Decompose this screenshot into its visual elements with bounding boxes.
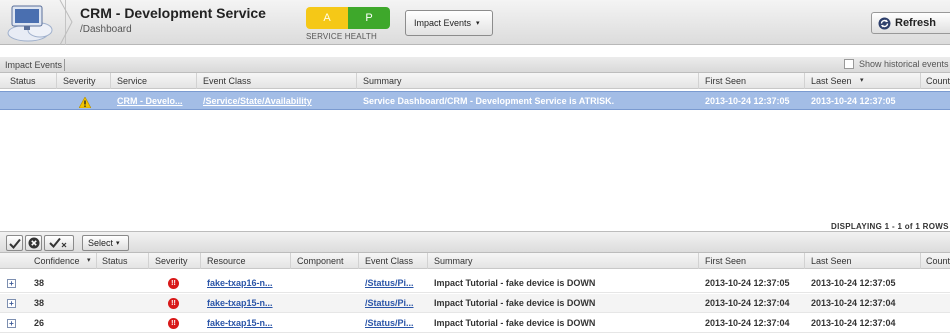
last-seen-cell: 2013-10-24 12:37:04 [811,318,896,328]
service-link[interactable]: CRM - Develo... [117,96,183,106]
chevron-down-icon: ▾ [116,240,120,247]
close-event-button[interactable] [25,235,42,251]
table-row[interactable]: + 26 !! fake-txap15-n... /Status/Pi... I… [0,314,950,333]
sort-desc-icon: ▾ [860,77,864,84]
availability-badge: A [306,7,348,29]
event-class-link[interactable]: /Status/Pi... [365,278,414,288]
col-status[interactable]: Status [10,76,36,86]
event-class-link[interactable]: /Service/State/Availability [203,96,312,106]
historical-events-checkbox[interactable] [844,59,854,69]
events-table-header: Status Severity Service Event Class Summ… [0,73,950,89]
col-severity[interactable]: Severity [155,256,188,266]
table-row[interactable]: + 38 !! fake-txap15-n... /Status/Pi... I… [0,294,950,313]
col-count[interactable]: Count [926,256,950,266]
warning-icon [79,97,91,108]
check-x-icon [49,237,67,248]
summary-cell: Impact Tutorial - fake device is DOWN [434,278,596,288]
last-seen-cell: 2013-10-24 12:37:05 [811,278,896,288]
detail-toolbar: Select ▾ [0,231,950,253]
paging-status: DISPLAYING 1 - 1 of 1 ROWS [831,222,949,231]
page-subtitle: /Dashboard [80,24,132,35]
reopen-button[interactable] [44,235,74,251]
col-count[interactable]: Count [926,76,950,86]
refresh-icon [878,17,891,29]
expand-icon[interactable]: + [7,319,16,328]
col-first-seen[interactable]: First Seen [705,256,746,266]
acknowledge-button[interactable] [6,235,23,251]
refresh-button[interactable]: Refresh [871,12,950,34]
last-seen-cell: 2013-10-24 12:37:04 [811,298,896,308]
event-class-link[interactable]: /Status/Pi... [365,298,414,308]
performance-badge: P [348,7,390,29]
impact-events-label: Impact Events [414,18,472,28]
last-seen-cell: 2013-10-24 12:37:05 [811,96,896,106]
expand-icon[interactable]: + [7,279,16,288]
col-status[interactable]: Status [102,256,128,266]
resource-link[interactable]: fake-txap16-n... [207,278,273,288]
summary-cell: Impact Tutorial - fake device is DOWN [434,318,596,328]
col-event-class[interactable]: Event Class [203,76,251,86]
page-title: CRM - Development Service [80,5,266,21]
close-circle-icon [28,237,39,249]
impact-events-bar: Impact Events Show historical events [0,57,950,73]
table-row[interactable]: + 38 !! fake-txap16-n... /Status/Pi... I… [0,274,950,293]
divider [64,59,65,71]
chevron-down-icon: ▾ [476,20,480,27]
first-seen-cell: 2013-10-24 12:37:04 [705,318,790,328]
service-logo [0,0,66,45]
table-row[interactable]: CRM - Develo... /Service/State/Availabil… [0,91,950,110]
select-dropdown[interactable]: Select ▾ [82,235,129,251]
confidence-cell: 38 [34,278,45,288]
col-last-seen[interactable]: Last Seen [811,76,852,86]
col-component[interactable]: Component [297,256,344,266]
expand-icon[interactable]: + [7,299,16,308]
service-health-label: SERVICE HEALTH [306,32,377,41]
summary-cell: Service Dashboard/CRM - Development Serv… [363,96,615,106]
confidence-cell: 38 [34,298,45,308]
col-service[interactable]: Service [117,76,147,86]
historical-events-label: Show historical events [859,59,949,69]
refresh-label: Refresh [895,17,936,29]
col-last-seen[interactable]: Last Seen [811,256,852,266]
critical-severity-icon: !! [168,278,179,289]
resource-link[interactable]: fake-txap15-n... [207,298,273,308]
check-icon [8,238,21,249]
col-event-class[interactable]: Event Class [365,256,413,266]
first-seen-cell: 2013-10-24 12:37:05 [705,96,790,106]
col-summary[interactable]: Summary [363,76,402,86]
critical-severity-icon: !! [168,318,179,329]
detail-table-header: Confidence ▾ Status Severity Resource Co… [0,253,950,269]
service-health-indicator[interactable]: A P [306,7,390,29]
breadcrumb-arrow-icon [59,0,73,45]
summary-cell: Impact Tutorial - fake device is DOWN [434,298,596,308]
confidence-cell: 26 [34,318,45,328]
col-severity[interactable]: Severity [63,76,96,86]
first-seen-cell: 2013-10-24 12:37:04 [705,298,790,308]
section-title: Impact Events [5,60,63,70]
col-resource[interactable]: Resource [207,256,246,266]
impact-events-dropdown[interactable]: Impact Events ▾ [405,10,493,36]
computer-cloud-icon [7,5,53,42]
historical-events-toggle[interactable]: Show historical events [844,59,949,69]
first-seen-cell: 2013-10-24 12:37:05 [705,278,790,288]
col-confidence[interactable]: Confidence [34,256,80,266]
sort-desc-icon: ▾ [87,257,91,264]
event-class-link[interactable]: /Status/Pi... [365,318,414,328]
select-label: Select [88,238,114,248]
app-header: CRM - Development Service /Dashboard A P… [0,0,950,45]
col-summary[interactable]: Summary [434,256,473,266]
col-first-seen[interactable]: First Seen [705,76,746,86]
resource-link[interactable]: fake-txap15-n... [207,318,273,328]
critical-severity-icon: !! [168,298,179,309]
